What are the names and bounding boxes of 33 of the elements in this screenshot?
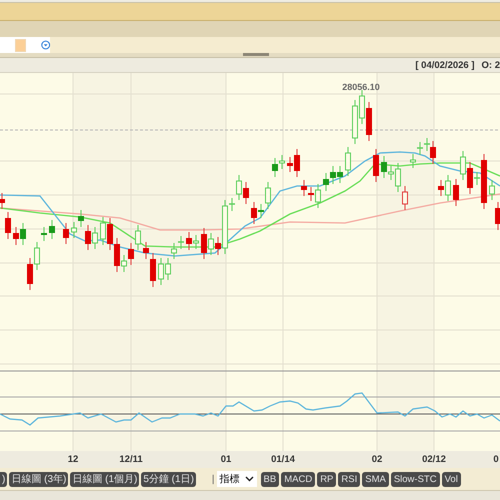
candlestick [373, 148, 379, 182]
axis-label: 0 [493, 454, 499, 465]
dropdown-icon[interactable] [40, 39, 50, 51]
open-price-label: O: 2 [482, 60, 500, 70]
indicator-button[interactable]: RP [317, 472, 336, 486]
indicator-button[interactable]: BB [260, 472, 280, 486]
indicator-button[interactable]: Vol [442, 472, 461, 486]
range-button[interactable]: 日線圖 (3年) [9, 472, 68, 486]
axis-label: 02/12 [422, 454, 446, 465]
high-price-label: 28056.10 [342, 82, 380, 92]
color-swatch[interactable] [15, 38, 26, 52]
indicator-button[interactable]: SMA [362, 472, 389, 486]
indicator-button[interactable]: Slow-STC [390, 472, 440, 486]
axis-label: 02 [372, 454, 382, 465]
indicator-button[interactable]: MACD [281, 472, 316, 486]
splitter-handle[interactable] [243, 53, 269, 56]
chevron-down-icon [244, 476, 254, 482]
range-button[interactable]: 日線圖 (1個月) [70, 472, 140, 486]
candlestick [0, 192, 5, 210]
separator: | [212, 474, 215, 484]
candlestick [345, 146, 351, 176]
range-button[interactable]: 5分鐘 (1日) [141, 472, 196, 486]
axis-label: 12 [68, 454, 78, 465]
candlestick [5, 212, 11, 240]
candlestick [63, 222, 69, 244]
axis-label: 01/14 [271, 454, 295, 465]
indicator-button[interactable]: RSI [338, 472, 360, 486]
date-label: [ 04/02/2026 ] [415, 60, 475, 70]
indicator-select[interactable]: 指標 [216, 471, 257, 487]
axis-label: 01 [220, 454, 232, 465]
range-button[interactable]: ) [0, 472, 8, 486]
candlestick [49, 220, 55, 240]
axis-label: 12/11 [119, 454, 143, 465]
